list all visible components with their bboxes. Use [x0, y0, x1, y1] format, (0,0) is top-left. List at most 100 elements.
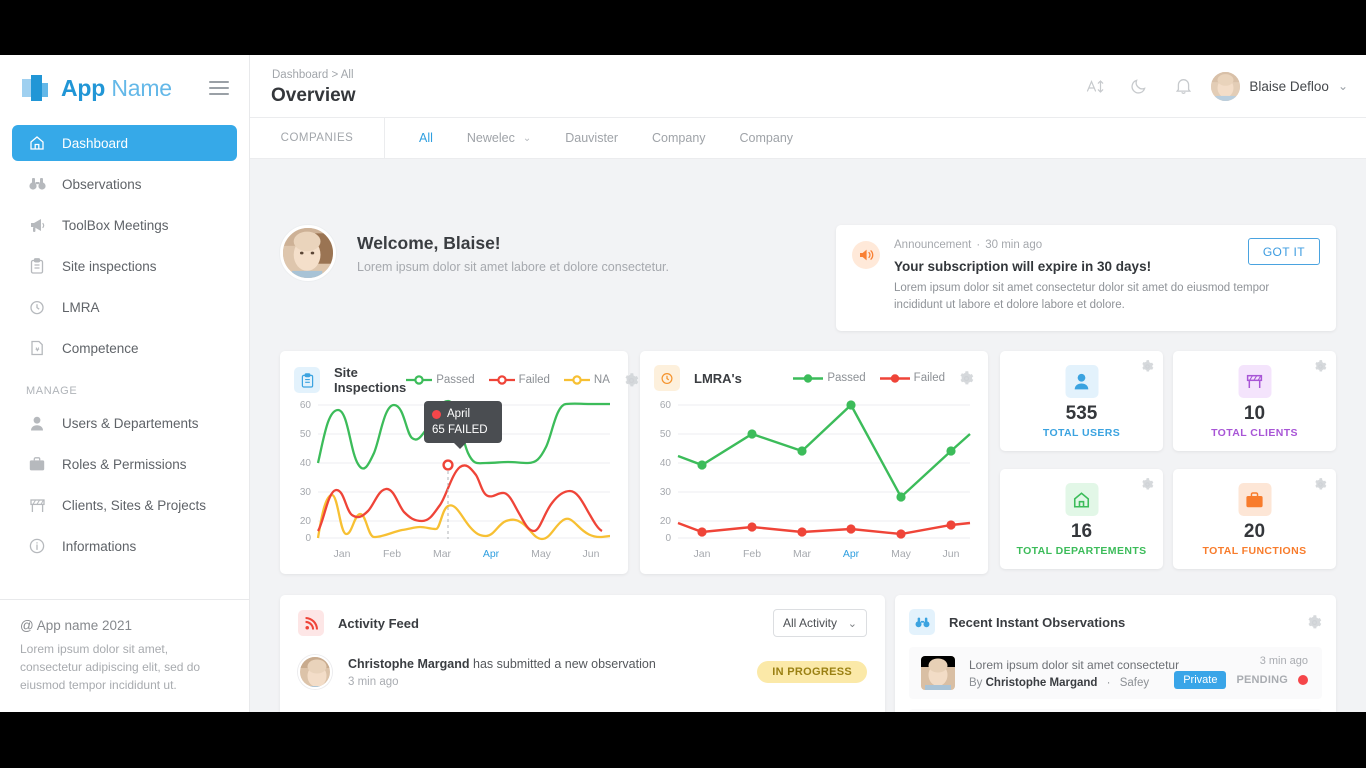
svg-text:50: 50	[660, 429, 672, 440]
welcome-block: Welcome, Blaise! Lorem ipsum dolor sit a…	[280, 225, 669, 281]
svg-text:0: 0	[665, 533, 671, 544]
sidebar-item-observations[interactable]: Observations	[12, 166, 237, 202]
recent-observations-card: Recent Instant Observations Lorem ipsum …	[895, 595, 1336, 712]
x-tick: Feb	[743, 548, 761, 560]
activity-actor: Christophe Margand	[348, 656, 470, 671]
activity-suffix: has submitted a new observation	[469, 656, 656, 671]
footer-copyright: @ App name 2021	[20, 618, 133, 633]
card-header: Site Inspections Passed Failed NA	[280, 351, 639, 395]
observation-status-group: Private PENDING	[1174, 671, 1308, 689]
svg-text:30: 30	[660, 487, 672, 498]
home-icon	[1065, 483, 1098, 516]
tab-list: All Newelec ⌄ Dauvister Company Company	[385, 118, 810, 158]
card-header: LMRA's Passed Failed	[640, 351, 988, 391]
sidebar-item-roles-permissions[interactable]: Roles & Permissions	[12, 446, 237, 482]
observation-row[interactable]: Lorem ipsum dolor sit amet consectetur B…	[909, 647, 1322, 699]
svg-text:50: 50	[300, 429, 312, 440]
card-header: Recent Instant Observations	[895, 595, 1336, 635]
sidebar-item-label: Users & Departements	[62, 415, 199, 431]
activity-row[interactable]: Christophe Margand has submitted a new o…	[280, 643, 885, 701]
app-viewport: App Name Dashboard Observations ToolBox …	[0, 55, 1366, 712]
observation-meta: By Christophe Margand · Safey	[969, 677, 1179, 689]
sidebar-item-users-departements[interactable]: Users & Departements	[12, 405, 237, 441]
top-header: Dashboard > All Overview Blaise Defloo ⌄	[250, 55, 1366, 118]
breadcrumb[interactable]: Dashboard > All	[272, 69, 354, 81]
stat-card-total-functions[interactable]: 20 TOTAL FUNCTIONS	[1173, 469, 1336, 569]
brand[interactable]: App Name	[0, 55, 249, 107]
tab-label: Dauvister	[565, 131, 619, 145]
stat-value: 535	[1065, 403, 1098, 424]
gear-icon[interactable]	[1141, 360, 1154, 378]
svg-text:20: 20	[660, 516, 672, 527]
user-name[interactable]: Blaise Defloo	[1249, 79, 1329, 94]
megaphone-icon	[26, 216, 48, 234]
dark-mode-icon[interactable]	[1117, 69, 1161, 103]
user-icon	[26, 414, 48, 432]
sidebar-item-clients-sites-projects[interactable]: Clients, Sites & Projects	[12, 487, 237, 523]
observation-row[interactable]: Lorem ipsum dolor sit amet consectetur B…	[909, 709, 1322, 712]
tab-company-2[interactable]: Company	[723, 118, 811, 158]
tooltip-label: April	[447, 408, 471, 420]
status-text: PENDING	[1236, 674, 1288, 686]
sidebar-item-lmra[interactable]: LMRA	[12, 289, 237, 325]
sidebar-nav: Dashboard Observations ToolBox Meetings …	[0, 125, 249, 564]
got-it-button[interactable]: GOT IT	[1247, 238, 1320, 265]
card-title: Activity Feed	[338, 615, 419, 631]
gear-icon[interactable]	[624, 372, 639, 388]
sidebar-item-label: Dashboard	[62, 135, 129, 151]
sidebar-item-dashboard[interactable]: Dashboard	[12, 125, 237, 161]
stat-card-total-users[interactable]: 535 TOTAL USERS	[1000, 351, 1163, 451]
hamburger-menu-icon[interactable]	[209, 77, 229, 99]
text-size-icon[interactable]	[1073, 69, 1117, 103]
x-tick: Jun	[583, 548, 600, 560]
sidebar-item-informations[interactable]: Informations	[12, 528, 237, 564]
announcement-body: Lorem ipsum dolor sit amet consectetur d…	[894, 282, 1270, 311]
chevron-down-icon: ⌄	[522, 132, 532, 144]
certificate-icon	[26, 339, 48, 357]
gear-icon[interactable]	[1141, 478, 1154, 496]
svg-text:60: 60	[300, 400, 312, 411]
by-prefix: By	[969, 676, 986, 689]
x-tick: Jun	[943, 548, 960, 560]
brand-name: Name	[111, 74, 172, 101]
stat-card-total-clients[interactable]: 10 TOTAL CLIENTS	[1173, 351, 1336, 451]
gear-icon[interactable]	[1314, 360, 1327, 378]
gear-icon[interactable]	[1307, 614, 1322, 630]
card-header: Activity Feed All Activity ⌄	[280, 595, 885, 637]
stat-card-total-departements[interactable]: 16 TOTAL DEPARTEMENTS	[1000, 469, 1163, 569]
x-tick: Jan	[694, 548, 711, 560]
tab-dauvister[interactable]: Dauvister	[548, 118, 635, 158]
main-content: Welcome, Blaise! Lorem ipsum dolor sit a…	[250, 159, 1366, 712]
footer-text: Lorem ipsum dolor sit amet, consectetur …	[20, 642, 201, 692]
tab-all[interactable]: All	[402, 118, 450, 158]
tab-company-1[interactable]: Company	[635, 118, 723, 158]
gear-icon[interactable]	[959, 370, 974, 386]
tab-newelec[interactable]: Newelec ⌄	[450, 118, 548, 158]
activity-row[interactable]: New Tool Box Meeting record has been add…	[280, 701, 885, 712]
x-tick: Mar	[433, 548, 452, 560]
sidebar-item-label: Competence	[62, 340, 139, 356]
sidebar-item-label: Site inspections	[62, 258, 157, 274]
avatar[interactable]	[1211, 71, 1241, 101]
observation-category: Safey	[1119, 676, 1150, 689]
welcome-subtitle: Lorem ipsum dolor sit amet labore et dol…	[357, 259, 669, 274]
sidebar-item-label: Observations	[62, 176, 142, 192]
chart-plot: 60 50 40 30 20 0 Jan Feb Mar Apr May Jun	[640, 393, 988, 576]
svg-text:20: 20	[300, 516, 312, 527]
gear-icon[interactable]	[1314, 478, 1327, 496]
bell-icon[interactable]	[1161, 69, 1205, 103]
rss-icon	[298, 610, 324, 636]
sidebar-item-label: Clients, Sites & Projects	[62, 497, 207, 513]
sidebar-item-competence[interactable]: Competence	[12, 330, 237, 366]
observation-author: Christophe Margand	[985, 676, 1098, 689]
chevron-down-icon[interactable]: ⌄	[1338, 79, 1348, 93]
activity-filter-select[interactable]: All Activity ⌄	[773, 609, 867, 637]
sidebar-item-toolbox-meetings[interactable]: ToolBox Meetings	[12, 207, 237, 243]
stopwatch-icon	[26, 298, 48, 316]
sidebar-item-label: ToolBox Meetings	[62, 217, 169, 233]
stat-label: TOTAL CLIENTS	[1211, 427, 1298, 439]
status-badge: IN PROGRESS	[757, 661, 867, 683]
stat-label: TOTAL FUNCTIONS	[1202, 545, 1307, 557]
chart-plot: 60 50 40 30 20 0 Jan Feb Mar Apr May Jun…	[280, 393, 628, 576]
sidebar-item-site-inspections[interactable]: Site inspections	[12, 248, 237, 284]
